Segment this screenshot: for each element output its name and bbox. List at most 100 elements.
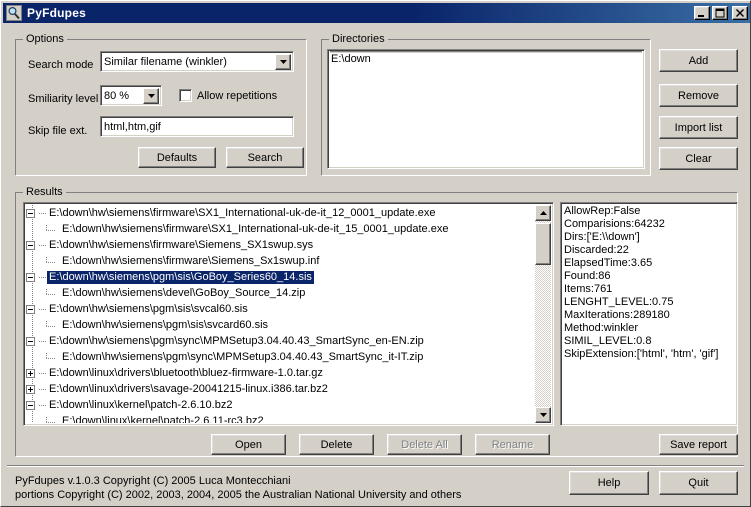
statistic-line: ElapsedTime:3.65 — [564, 257, 735, 270]
copyright-line-2: portions Copyright (C) 2002, 2003, 2004,… — [15, 489, 461, 502]
tree-connector-icon — [39, 213, 46, 214]
tree-row-label: E:\down\linux\drivers\bluetooth\bluez-fi… — [47, 367, 325, 380]
similarity-level-value: 80 % — [104, 90, 129, 102]
tree-connector-icon — [44, 321, 58, 330]
statistic-line: Dirs:['E:\\down'] — [564, 231, 735, 244]
title-bar[interactable]: PyFdupes — [3, 3, 750, 23]
tree-connector-icon — [39, 309, 46, 310]
collapse-icon[interactable] — [26, 401, 35, 410]
tree-row[interactable]: E:\down\linux\kernel\patch-2.6.11-rc3.bz… — [26, 413, 535, 423]
minimize-icon[interactable] — [694, 6, 710, 20]
tree-row-label: E:\down\hw\siemens\devel\GoBoy_Source_14… — [60, 287, 307, 300]
results-tree-rows: E:\down\hw\siemens\firmware\SX1_Internat… — [26, 205, 535, 423]
tree-row-label: E:\down\hw\siemens\pgm\sis\GoBoy_Series6… — [47, 271, 314, 284]
statistic-line: Method:winkler — [564, 322, 735, 335]
maximize-icon[interactable] — [712, 6, 728, 20]
tree-connector-icon — [39, 389, 46, 390]
quit-button[interactable]: Quit — [659, 471, 738, 495]
allow-repetitions-checkbox[interactable]: Allow repetitions — [179, 89, 277, 102]
tree-row-label: E:\down\hw\siemens\pgm\sync\MPMSetup3.04… — [47, 335, 426, 348]
expand-icon[interactable] — [26, 369, 35, 378]
application-window: PyFdupes Options Search mode Similar fil… — [0, 0, 751, 507]
tree-connector-icon — [44, 257, 58, 266]
tree-row[interactable]: E:\down\hw\siemens\firmware\Siemens_SX1s… — [26, 237, 535, 253]
skip-file-ext-input[interactable]: html,htm,gif — [100, 116, 294, 137]
tree-connector-icon — [39, 373, 46, 374]
clear-directories-button[interactable]: Clear — [659, 147, 738, 170]
tree-row[interactable]: E:\down\hw\siemens\pgm\sis\svcal60.sis — [26, 301, 535, 317]
tree-row-label: E:\down\linux\drivers\savage-20041215-li… — [47, 383, 330, 396]
scrollbar-thumb[interactable] — [535, 223, 551, 265]
skip-file-ext-label: Skip file ext. — [28, 125, 87, 138]
defaults-button[interactable]: Defaults — [138, 147, 216, 168]
list-item[interactable]: E:\down — [331, 53, 371, 66]
collapse-icon[interactable] — [26, 337, 35, 346]
chevron-down-icon[interactable] — [275, 54, 291, 70]
statistic-line: MaxIterations:289180 — [564, 309, 735, 322]
chevron-down-icon[interactable] — [143, 88, 159, 104]
save-report-button[interactable]: Save report — [659, 434, 738, 455]
tree-connector-icon — [44, 289, 58, 298]
tree-connector-icon — [44, 353, 58, 362]
tree-row[interactable]: E:\down\linux\kernel\patch-2.6.10.bz2 — [26, 397, 535, 413]
delete-all-button: Delete All — [387, 434, 462, 455]
open-button[interactable]: Open — [211, 434, 286, 455]
results-group-label: Results — [23, 186, 66, 198]
allow-repetitions-label: Allow repetitions — [197, 90, 277, 102]
statistic-line: SkipExtension:['html', 'htm', 'gif'] — [564, 348, 735, 361]
statistics-lines: AllowRep:FalseComparisions:64232Dirs:['E… — [564, 205, 735, 423]
rename-button: Rename — [475, 434, 550, 455]
tree-row-label: E:\down\hw\siemens\firmware\SX1_Internat… — [47, 207, 437, 220]
tree-row-label: E:\down\linux\kernel\patch-2.6.11-rc3.bz… — [60, 415, 266, 424]
results-statistics-panel[interactable]: AllowRep:FalseComparisions:64232Dirs:['E… — [560, 202, 738, 426]
window-title: PyFdupes — [27, 6, 694, 20]
collapse-icon[interactable] — [26, 209, 35, 218]
tree-row-label: E:\down\hw\siemens\firmware\Siemens_Sx1s… — [60, 255, 321, 268]
tree-connector-icon — [44, 417, 58, 424]
collapse-icon[interactable] — [26, 305, 35, 314]
search-mode-label: Search mode — [28, 59, 93, 72]
help-button[interactable]: Help — [569, 471, 649, 495]
tree-row[interactable]: E:\down\hw\siemens\devel\GoBoy_Source_14… — [26, 285, 535, 301]
tree-row[interactable]: E:\down\linux\drivers\savage-20041215-li… — [26, 381, 535, 397]
tree-connector-icon — [39, 341, 46, 342]
statistic-line: AllowRep:False — [564, 205, 735, 218]
results-tree[interactable]: E:\down\hw\siemens\firmware\SX1_Internat… — [23, 202, 554, 426]
remove-directory-button[interactable]: Remove — [659, 84, 738, 107]
collapse-icon[interactable] — [26, 273, 35, 282]
tree-row[interactable]: E:\down\hw\siemens\firmware\SX1_Internat… — [26, 221, 535, 237]
copyright-line-1: PyFdupes v.1.0.3 Copyright (C) 2005 Luca… — [15, 475, 291, 488]
tree-row[interactable]: E:\down\hw\siemens\firmware\SX1_Internat… — [26, 205, 535, 221]
collapse-icon[interactable] — [26, 241, 35, 250]
similarity-level-select[interactable]: 80 % — [100, 85, 162, 106]
delete-button[interactable]: Delete — [299, 434, 374, 455]
results-tree-scrollbar[interactable] — [535, 205, 551, 423]
add-directory-button[interactable]: Add — [659, 49, 738, 72]
search-button[interactable]: Search — [226, 147, 304, 168]
tree-row-label: E:\down\linux\kernel\patch-2.6.10.bz2 — [47, 399, 234, 412]
statistic-line: Items:761 — [564, 283, 735, 296]
close-icon[interactable] — [732, 6, 748, 20]
skip-file-ext-value: html,htm,gif — [104, 121, 161, 133]
statistic-line: SIMIL_LEVEL:0.8 — [564, 335, 735, 348]
tree-row[interactable]: E:\down\hw\siemens\pgm\sync\MPMSetup3.04… — [26, 333, 535, 349]
scroll-down-icon[interactable] — [535, 407, 551, 423]
checkbox-box[interactable] — [179, 89, 192, 102]
tree-connector-icon — [39, 405, 46, 406]
tree-row[interactable]: E:\down\linux\drivers\bluetooth\bluez-fi… — [26, 365, 535, 381]
tree-row[interactable]: E:\down\hw\siemens\pgm\sync\MPMSetup3.04… — [26, 349, 535, 365]
tree-row-label: E:\down\hw\siemens\pgm\sync\MPMSetup3.04… — [60, 351, 425, 364]
tree-row[interactable]: E:\down\hw\siemens\pgm\sis\svcard60.sis — [26, 317, 535, 333]
import-list-button[interactable]: Import list — [659, 116, 738, 139]
statistic-line: Discarded:22 — [564, 244, 735, 257]
tree-row[interactable]: E:\down\hw\siemens\pgm\sis\GoBoy_Series6… — [26, 269, 535, 285]
directories-group-label: Directories — [329, 33, 388, 45]
search-mode-select[interactable]: Similar filename (winkler) — [100, 51, 294, 72]
tree-row[interactable]: E:\down\hw\siemens\firmware\Siemens_Sx1s… — [26, 253, 535, 269]
statistic-line: Comparisions:64232 — [564, 218, 735, 231]
options-group-label: Options — [23, 33, 67, 45]
tree-connector-icon — [39, 277, 46, 278]
scroll-up-icon[interactable] — [535, 205, 551, 221]
directories-list[interactable]: E:\down — [327, 49, 645, 169]
expand-icon[interactable] — [26, 385, 35, 394]
